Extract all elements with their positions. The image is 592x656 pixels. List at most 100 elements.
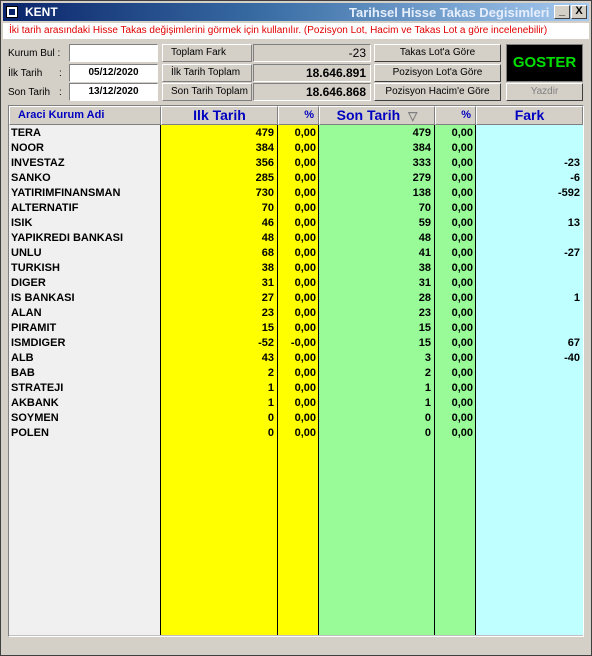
- row-kurum: PIRAMIT: [11, 322, 57, 334]
- row-pct2: 0,00: [451, 307, 473, 319]
- row-fark: 67: [567, 337, 580, 349]
- kurum-bul-input[interactable]: [69, 44, 158, 62]
- row-fark: [476, 411, 580, 426]
- pozisyon-lot-button[interactable]: Pozisyon Lot'a Göre: [374, 64, 501, 82]
- row-pct1: 0,00: [294, 217, 316, 229]
- row-kurum: YATIRIMFINANSMAN: [11, 187, 121, 199]
- son-tarih-label: Son Tarih: [8, 87, 51, 98]
- row-pct2: 0,00: [451, 127, 473, 139]
- header-fark[interactable]: Fark: [476, 106, 583, 125]
- row-son: 41: [418, 247, 431, 259]
- row-son: 31: [418, 277, 431, 289]
- row-fark: [476, 321, 580, 336]
- row-kurum: UNLU: [11, 247, 42, 259]
- row-son: 384: [412, 142, 431, 154]
- row-pct2: 0,00: [451, 262, 473, 274]
- toplam-fark-value: -23: [253, 44, 371, 62]
- row-fark: [476, 366, 580, 381]
- ilk-toplam-label: İlk Tarih Toplam: [162, 64, 252, 82]
- app-icon: [6, 6, 18, 18]
- header-kurum[interactable]: Araci Kurum Adi: [9, 106, 161, 125]
- takas-lot-button[interactable]: Takas Lot'a Göre: [374, 44, 501, 62]
- title-bar[interactable]: KENT Tarihsel Hisse Takas Degisimleri _ …: [3, 3, 589, 21]
- row-pct1: 0,00: [294, 397, 316, 409]
- row-pct1: 0,00: [294, 157, 316, 169]
- row-ilk: 0: [267, 412, 274, 424]
- ilk-toplam-value: 18.646.891: [253, 64, 371, 82]
- row-pct1: 0,00: [294, 202, 316, 214]
- row-pct1: 0,00: [294, 142, 316, 154]
- row-ilk: 31: [261, 277, 274, 289]
- row-fark: [476, 381, 580, 396]
- row-ilk: 356: [255, 157, 274, 169]
- data-grid[interactable]: Araci Kurum Adi Ilk Tarih % Son Tarih ▽ …: [8, 105, 584, 637]
- row-son: 479: [412, 127, 431, 139]
- minimize-button[interactable]: _: [554, 5, 570, 19]
- close-button[interactable]: X: [571, 5, 587, 19]
- row-ilk: 38: [261, 262, 274, 274]
- row-son: 15: [418, 337, 431, 349]
- yazdir-button[interactable]: Yazdir: [506, 83, 583, 101]
- row-pct2: 0,00: [451, 187, 473, 199]
- app-window: KENT Tarihsel Hisse Takas Degisimleri _ …: [0, 0, 592, 656]
- row-son: 59: [418, 217, 431, 229]
- row-ilk: 46: [261, 217, 274, 229]
- header-pct1[interactable]: %: [278, 106, 319, 125]
- row-kurum: ALAN: [11, 307, 42, 319]
- row-ilk: -52: [258, 337, 274, 349]
- row-ilk: 27: [261, 292, 274, 304]
- header-ilk[interactable]: Ilk Tarih: [161, 106, 278, 125]
- row-ilk: 384: [255, 142, 274, 154]
- row-pct2: 0,00: [451, 412, 473, 424]
- row-kurum: STRATEJI: [11, 382, 64, 394]
- horizontal-scrollbar[interactable]: [9, 635, 583, 636]
- row-pct2: 0,00: [451, 292, 473, 304]
- row-kurum: SANKO: [11, 172, 51, 184]
- header-son[interactable]: Son Tarih ▽: [319, 106, 435, 125]
- row-pct2: 0,00: [451, 142, 473, 154]
- row-kurum: DIGER: [11, 277, 46, 289]
- row-son: 23: [418, 307, 431, 319]
- pozisyon-hacim-button[interactable]: Pozisyon Hacim'e Göre: [374, 83, 501, 101]
- row-son: 3: [424, 352, 431, 364]
- window-title: Tarihsel Hisse Takas Degisimleri: [349, 5, 549, 20]
- ilk-tarih-input[interactable]: 05/12/2020: [69, 64, 158, 82]
- kurum-bul-label: Kurum Bul :: [8, 48, 61, 59]
- row-pct1: 0,00: [294, 247, 316, 259]
- row-pct2: 0,00: [451, 322, 473, 334]
- row-ilk: 43: [261, 352, 274, 364]
- row-son: 0: [424, 412, 431, 424]
- row-pct2: 0,00: [451, 172, 473, 184]
- row-pct2: 0,00: [451, 157, 473, 169]
- row-fark: [476, 201, 580, 216]
- row-ilk: 730: [255, 187, 274, 199]
- row-kurum: TURKISH: [11, 262, 60, 274]
- row-son: 28: [418, 292, 431, 304]
- son-toplam-value: 18.646.868: [253, 83, 371, 101]
- son-tarih-input[interactable]: 13/12/2020: [69, 83, 158, 101]
- row-son: 279: [412, 172, 431, 184]
- row-fark: [476, 261, 580, 276]
- row-ilk: 2: [267, 367, 274, 379]
- row-ilk: 68: [261, 247, 274, 259]
- row-kurum: TERA: [11, 127, 41, 139]
- row-pct2: 0,00: [451, 427, 473, 439]
- goster-button[interactable]: GOSTER: [506, 44, 583, 82]
- header-pct2[interactable]: %: [435, 106, 476, 125]
- row-pct2: 0,00: [451, 277, 473, 289]
- row-fark: [476, 426, 580, 441]
- row-fark: [476, 231, 580, 246]
- row-son: 38: [418, 262, 431, 274]
- row-pct1: 0,00: [294, 262, 316, 274]
- row-son: 1: [424, 382, 431, 394]
- row-son: 48: [418, 232, 431, 244]
- row-son: 2: [424, 367, 431, 379]
- son-tarih-colon: :: [59, 87, 62, 98]
- row-kurum: SOYMEN: [11, 412, 59, 424]
- row-ilk: 15: [261, 322, 274, 334]
- row-kurum: ISIK: [11, 217, 33, 229]
- sort-desc-icon: ▽: [408, 109, 418, 123]
- row-pct2: 0,00: [451, 367, 473, 379]
- row-pct1: 0,00: [294, 322, 316, 334]
- row-ilk: 479: [255, 127, 274, 139]
